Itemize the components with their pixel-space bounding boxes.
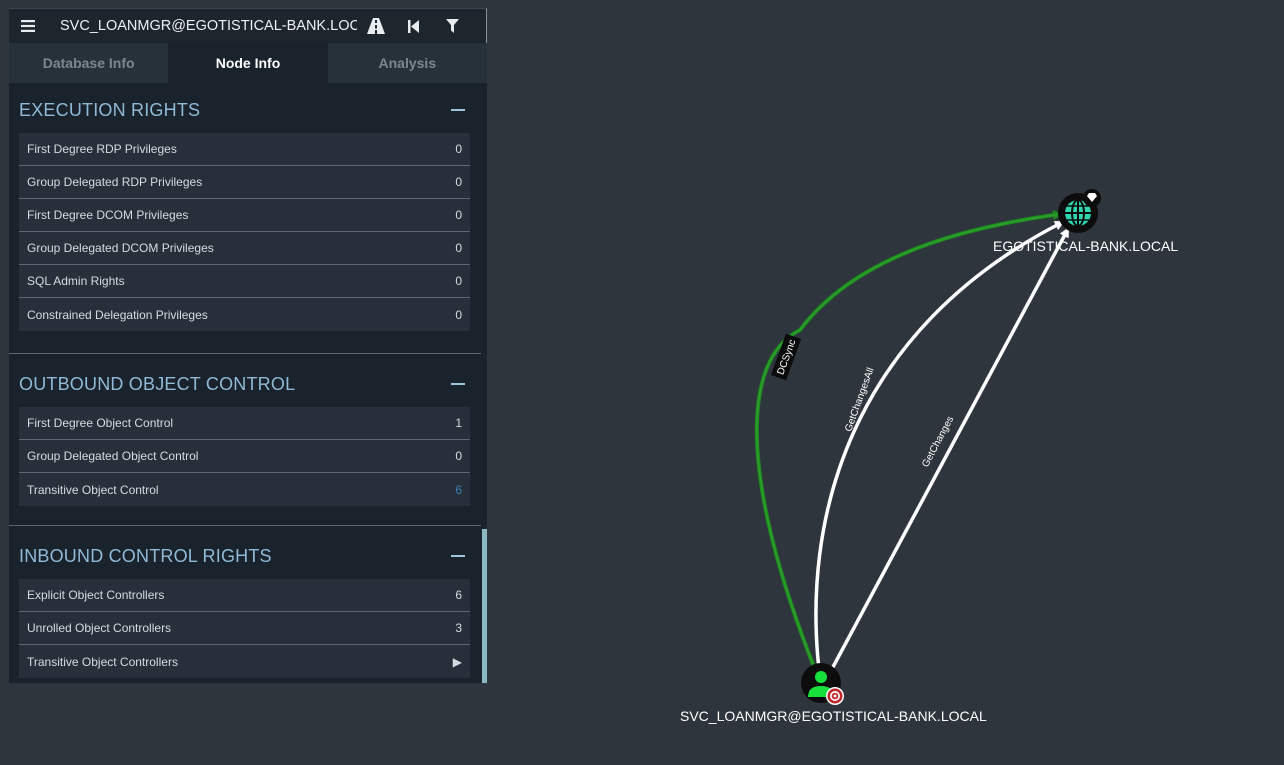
list-item[interactable]: First Degree DCOM Privileges 0 bbox=[19, 199, 470, 232]
domain-node-label: EGOTISTICAL-BANK.LOCAL bbox=[993, 238, 1179, 254]
tab-analysis[interactable]: Analysis bbox=[327, 43, 487, 83]
diamond-icon bbox=[1083, 189, 1101, 207]
list-item[interactable]: First Degree Object Control 1 bbox=[19, 407, 470, 440]
node-info-panel: Database Info Node Info Analysis EXECUTI… bbox=[9, 8, 487, 683]
edge-label-getchangesall: GetChangesAll bbox=[843, 366, 876, 433]
collapse-button[interactable] bbox=[451, 555, 465, 557]
section-title: EXECUTION RIGHTS bbox=[19, 99, 201, 120]
list-item[interactable]: Group Delegated RDP Privileges 0 bbox=[19, 166, 470, 199]
section-title: INBOUND CONTROL RIGHTS bbox=[19, 545, 272, 566]
list-item[interactable]: Transitive Object Controllers ▶ bbox=[19, 645, 470, 678]
filter-icon bbox=[445, 19, 459, 33]
list-item[interactable]: Unrolled Object Controllers 3 bbox=[19, 612, 470, 645]
tab-node-info[interactable]: Node Info bbox=[168, 43, 328, 83]
edge-label-getchanges: GetChanges bbox=[920, 415, 956, 470]
edge-getchanges[interactable]: GetChanges bbox=[824, 227, 1070, 681]
scrollbar[interactable] bbox=[482, 529, 487, 683]
search-bar bbox=[9, 8, 487, 44]
user-node-label: SVC_LOANMGR@EGOTISTICAL-BANK.LOCAL bbox=[680, 708, 987, 724]
section-inbound-control-rights: INBOUND CONTROL RIGHTS Explicit Object C… bbox=[9, 533, 481, 678]
list-item[interactable]: Group Delegated Object Control 0 bbox=[19, 440, 470, 473]
search-input[interactable] bbox=[47, 8, 357, 44]
list-item[interactable]: Group Delegated DCOM Privileges 0 bbox=[19, 232, 470, 265]
section-divider bbox=[9, 353, 481, 354]
user-icon bbox=[808, 671, 834, 697]
section-title: OUTBOUND OBJECT CONTROL bbox=[19, 373, 296, 394]
section-execution-rights: EXECUTION RIGHTS First Degree RDP Privil… bbox=[9, 87, 481, 331]
back-icon bbox=[408, 19, 419, 33]
edge-getchangesall[interactable]: GetChangesAll bbox=[814, 220, 1065, 679]
collapse-button[interactable] bbox=[451, 383, 465, 385]
globe-icon bbox=[1065, 199, 1091, 227]
edge-dcsync[interactable]: DCSync bbox=[754, 210, 1063, 673]
expand-arrow-icon[interactable]: ▶ bbox=[453, 655, 462, 669]
node-info-content[interactable]: EXECUTION RIGHTS First Degree RDP Privil… bbox=[9, 83, 487, 683]
section-outbound-object-control: OUTBOUND OBJECT CONTROL First Degree Obj… bbox=[9, 361, 481, 506]
domain-node[interactable] bbox=[1058, 189, 1101, 233]
list-item[interactable]: First Degree RDP Privileges 0 bbox=[19, 133, 470, 166]
list-item[interactable]: Transitive Object Control 6 bbox=[19, 473, 470, 506]
menu-button[interactable] bbox=[9, 9, 47, 44]
list-item[interactable]: Constrained Delegation Privileges 0 bbox=[19, 298, 470, 331]
filter-button[interactable] bbox=[433, 9, 471, 44]
pathfinding-button[interactable] bbox=[357, 9, 395, 44]
collapse-button[interactable] bbox=[451, 109, 465, 111]
tab-database-info[interactable]: Database Info bbox=[9, 43, 169, 83]
edge-label-dcsync: DCSync bbox=[775, 338, 798, 376]
list-item[interactable]: Explicit Object Controllers 6 bbox=[19, 579, 470, 612]
target-icon bbox=[826, 687, 844, 705]
back-button[interactable] bbox=[395, 9, 433, 44]
tab-bar: Database Info Node Info Analysis bbox=[9, 43, 487, 83]
list-item[interactable]: SQL Admin Rights 0 bbox=[19, 265, 470, 298]
hamburger-menu-icon bbox=[21, 20, 35, 32]
user-node[interactable] bbox=[801, 663, 844, 705]
section-divider bbox=[9, 525, 481, 526]
road-icon bbox=[367, 18, 385, 34]
